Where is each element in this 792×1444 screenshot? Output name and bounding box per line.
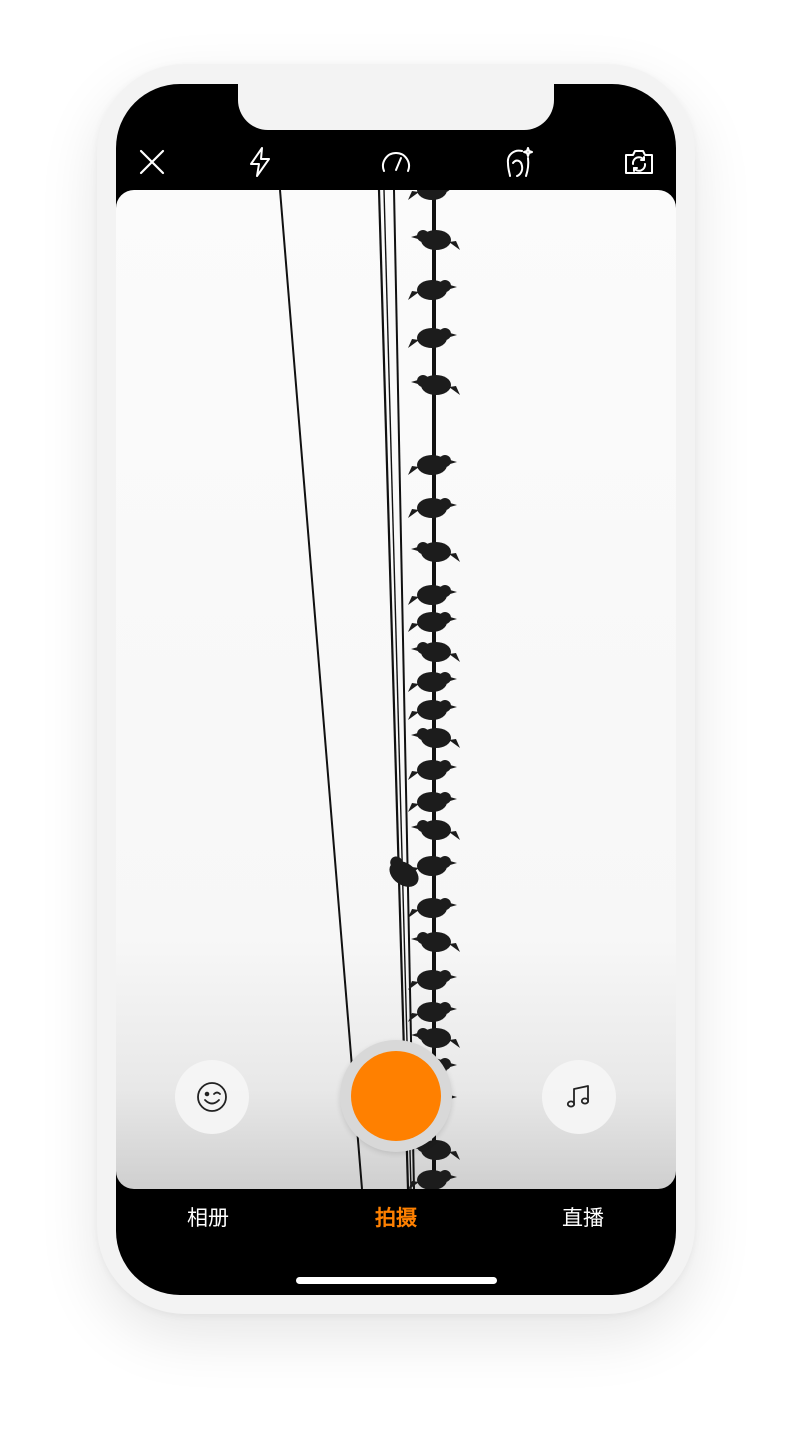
close-icon[interactable]: [134, 144, 170, 180]
camera-top-bar: [116, 134, 676, 190]
bird-silhouette: [411, 375, 460, 395]
emoji-face-icon: [197, 1082, 227, 1112]
bird-silhouette: [408, 612, 457, 632]
shutter-core: [351, 1051, 441, 1141]
flip-camera-icon[interactable]: [621, 144, 657, 180]
camera-screen: 相册 拍摄 直播: [116, 84, 676, 1295]
music-button[interactable]: [542, 1060, 616, 1134]
camera-viewfinder[interactable]: [116, 190, 676, 1189]
notch: [238, 84, 554, 130]
bird-silhouette: [408, 1002, 457, 1022]
bird-silhouette: [408, 498, 457, 518]
bird-silhouette: [411, 542, 460, 562]
mode-live[interactable]: 直播: [562, 1202, 604, 1232]
bird-silhouette: [408, 898, 457, 918]
bird-silhouette: [408, 1170, 457, 1189]
shutter-button[interactable]: [340, 1040, 452, 1152]
bird-silhouette: [408, 700, 457, 720]
beauty-icon[interactable]: [500, 144, 536, 180]
bird-silhouette: [408, 455, 457, 475]
effects-button[interactable]: [175, 1060, 249, 1134]
bird-silhouette: [408, 585, 457, 605]
bird-silhouette: [408, 970, 457, 990]
bird-silhouette: [411, 230, 460, 250]
mode-shoot[interactable]: 拍摄: [375, 1202, 417, 1232]
bird-silhouette: [411, 728, 460, 748]
bird-silhouette: [408, 280, 457, 300]
mode-selector: 相册 拍摄 直播: [116, 1194, 676, 1242]
bird-silhouette: [411, 642, 460, 662]
music-note-icon: [566, 1085, 590, 1108]
speed-icon[interactable]: [378, 144, 414, 180]
mode-album[interactable]: 相册: [187, 1202, 229, 1232]
bird-silhouette: [408, 792, 457, 812]
bird-silhouette: [411, 820, 460, 840]
home-indicator: [296, 1277, 497, 1284]
bird-silhouette: [408, 328, 457, 348]
bird-silhouette: [411, 932, 460, 952]
bird-silhouette: [408, 672, 457, 692]
bird-silhouette: [408, 190, 450, 200]
bird-silhouette: [408, 760, 457, 780]
flash-icon[interactable]: [242, 144, 278, 180]
